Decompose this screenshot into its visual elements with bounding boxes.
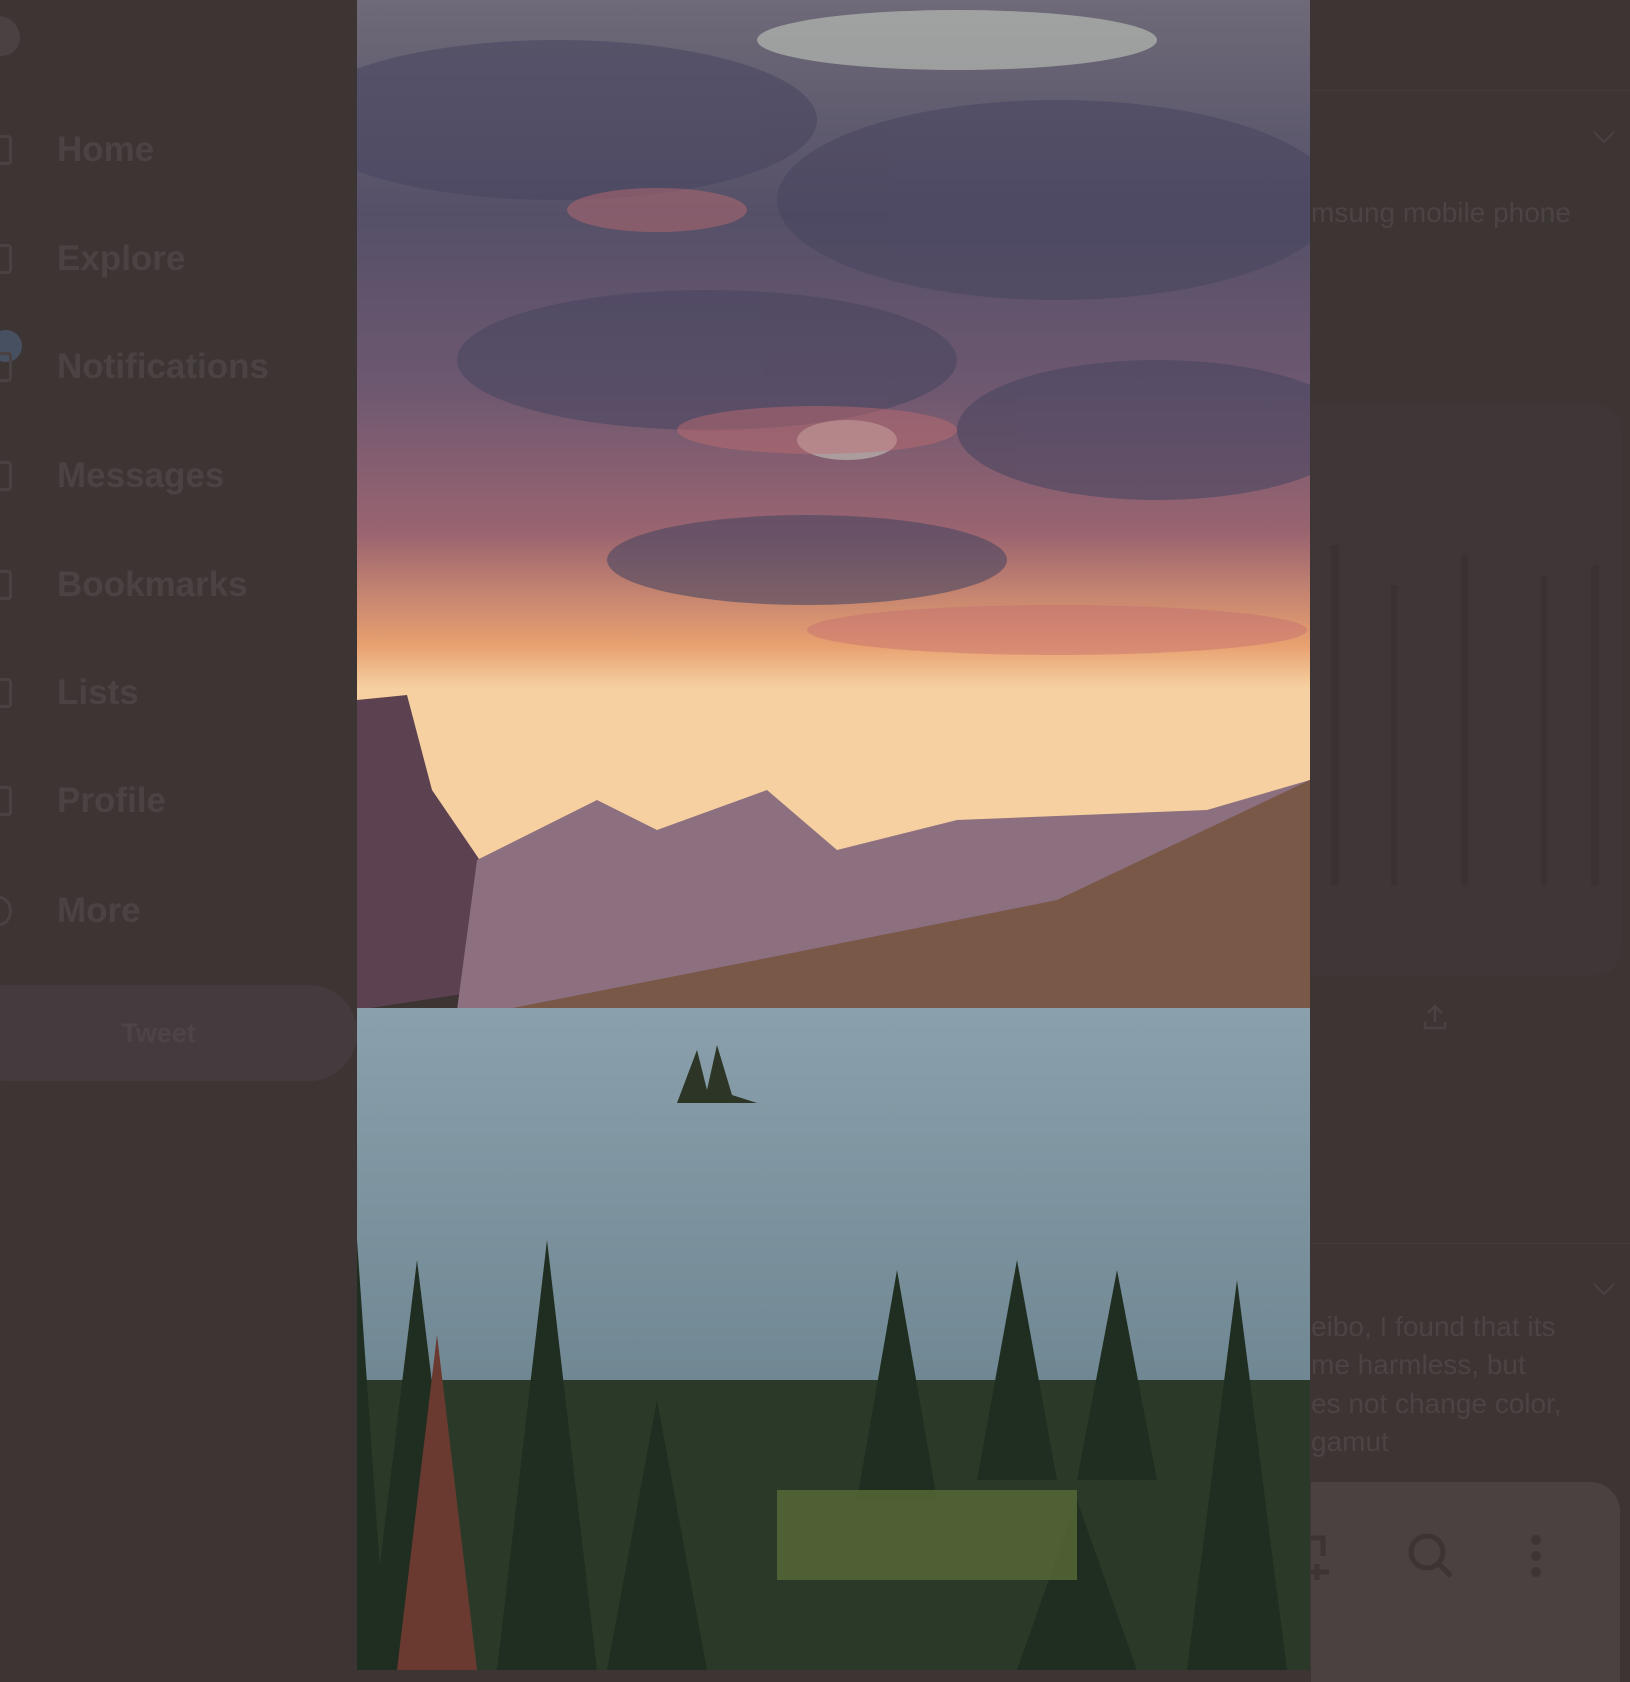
tweet-text-line: gamut (1311, 1426, 1389, 1457)
landscape-photo[interactable] (357, 0, 1310, 1670)
tweet-text-line: es not change color, (1311, 1388, 1562, 1419)
share-icon[interactable] (1420, 1002, 1450, 1032)
add-user-icon[interactable] (1311, 1532, 1341, 1582)
sidebar-item-label: More (57, 891, 141, 930)
chevron-down-icon[interactable] (1592, 120, 1616, 144)
more-circle-icon (0, 896, 12, 926)
sidebar-item-label: Explore (57, 239, 186, 278)
list-icon (0, 678, 12, 708)
home-icon (0, 135, 12, 165)
tweet-text-line: me harmless, but (1311, 1349, 1526, 1380)
sidebar-item-label: Lists (57, 673, 139, 712)
tweet-text-line: eibo, I found that its (1311, 1311, 1556, 1342)
sidebar-item-label: Bookmarks (57, 565, 248, 604)
bottom-toolbar (1311, 1482, 1620, 1682)
divider (1311, 90, 1630, 91)
search-icon[interactable] (1407, 1532, 1457, 1582)
tweet-text: msung mobile phone (1311, 197, 1571, 228)
bell-icon (0, 352, 12, 382)
media-card[interactable] (1311, 405, 1621, 975)
bookmark-icon (0, 570, 12, 600)
chevron-down-icon[interactable] (1592, 1272, 1616, 1296)
more-vertical-icon[interactable] (1526, 1532, 1546, 1582)
divider (1311, 1243, 1630, 1244)
sidebar-item-label: Profile (57, 781, 166, 820)
envelope-icon (0, 461, 12, 491)
card-image (1331, 545, 1599, 885)
sidebar-item-label: Home (57, 130, 155, 169)
person-icon (0, 786, 12, 816)
hashtag-icon (0, 244, 12, 274)
tweet-button[interactable]: Tweet (0, 985, 357, 1081)
sidebar-item-label: Messages (57, 456, 225, 495)
sidebar-item-label: Notifications (57, 347, 269, 386)
twitter-bird-icon[interactable] (0, 16, 20, 56)
